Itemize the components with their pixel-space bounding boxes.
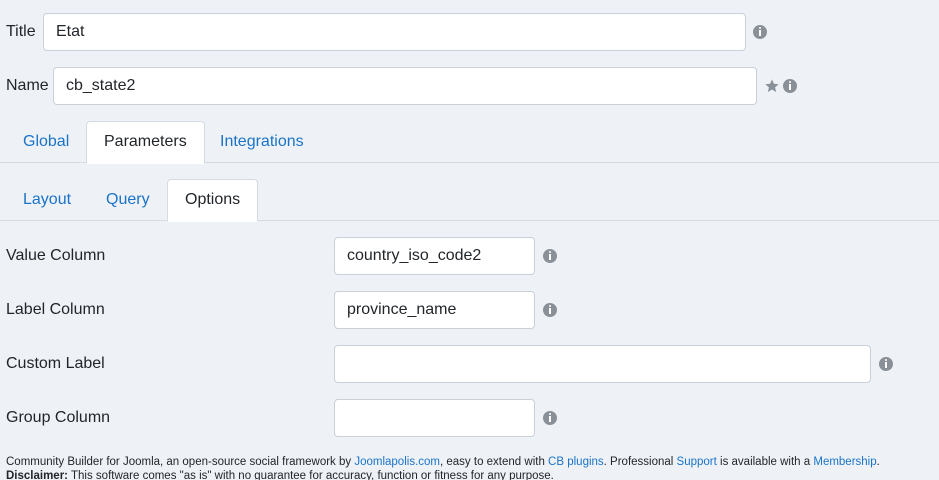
main-tab-bar: Global Parameters Integrations <box>0 121 939 164</box>
tab-global[interactable]: Global <box>6 121 86 163</box>
name-input[interactable]: cb_state2 <box>53 67 757 105</box>
custom-label-label: Custom Label <box>6 355 105 372</box>
info-icon[interactable] <box>543 411 557 425</box>
value-column-label: Value Column <box>6 247 106 264</box>
cb-plugins-link[interactable]: CB plugins <box>548 456 604 468</box>
disclaimer-label: Disclaimer: <box>6 470 69 480</box>
info-icon[interactable] <box>543 249 557 263</box>
field-edit-form: Title Etat Name cb_state2 Global Paramet… <box>0 0 939 480</box>
group-column-label: Group Column <box>6 409 111 426</box>
group-column-input[interactable] <box>334 399 535 437</box>
footer-text: is available with a <box>716 456 814 468</box>
value-column-input[interactable]: country_iso_code2 <box>334 237 535 275</box>
title-input[interactable]: Etat <box>43 13 746 51</box>
tab-query[interactable]: Query <box>89 179 167 221</box>
support-link[interactable]: Support <box>677 456 717 468</box>
name-label: Name <box>6 77 49 94</box>
footer-text: . Professional <box>603 456 677 468</box>
info-icon[interactable] <box>783 79 797 93</box>
custom-label-input[interactable] <box>334 345 871 383</box>
disclaimer-text: This software comes "as is" with no guar… <box>68 470 554 480</box>
info-icon[interactable] <box>879 357 893 371</box>
footer-credits: Community Builder for Joomla, an open-so… <box>6 455 936 469</box>
footer-text: Community Builder for Joomla, an open-so… <box>6 456 355 468</box>
tab-integrations[interactable]: Integrations <box>203 121 321 163</box>
star-icon <box>765 79 779 92</box>
title-label: Title <box>6 23 36 40</box>
membership-link[interactable]: Membership <box>813 456 876 468</box>
joomlapolis-link[interactable]: Joomlapolis.com <box>354 456 440 468</box>
sub-tab-bar: Layout Query Options <box>0 179 939 222</box>
footer-text: . <box>876 456 880 468</box>
label-column-label: Label Column <box>6 301 105 318</box>
tab-parameters[interactable]: Parameters <box>86 121 205 164</box>
footer-text: , easy to extend with <box>440 456 549 468</box>
label-column-input[interactable]: province_name <box>334 291 535 329</box>
footer-disclaimer: Disclaimer: This software comes "as is" … <box>6 469 936 480</box>
footer: Community Builder for Joomla, an open-so… <box>6 455 936 480</box>
tab-options[interactable]: Options <box>167 179 259 222</box>
info-icon[interactable] <box>543 303 557 317</box>
tab-layout[interactable]: Layout <box>6 179 88 221</box>
info-icon[interactable] <box>753 25 767 39</box>
